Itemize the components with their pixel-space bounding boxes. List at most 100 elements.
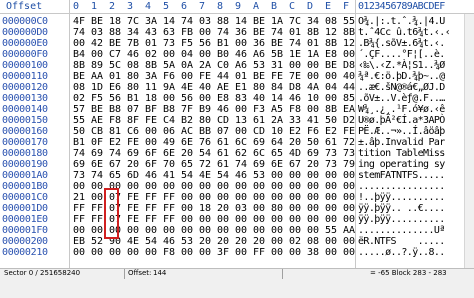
hex-byte[interactable]: 00: [199, 225, 211, 236]
hex-byte[interactable]: 46: [235, 170, 247, 181]
hex-byte[interactable]: 00: [73, 247, 85, 258]
hex-byte[interactable]: 13: [235, 115, 247, 126]
hex-byte[interactable]: 00: [145, 247, 157, 258]
ascii-text[interactable]: .....ø..?.ÿ..8..: [358, 247, 445, 258]
hex-byte[interactable]: 69: [127, 148, 139, 159]
hex-row[interactable]: 000001E0 FF FF 07 FE FF FF 00 00 00 00 00 00 00 00 00 00…: [0, 214, 474, 225]
hex-byte[interactable]: 06: [163, 126, 175, 137]
hex-byte[interactable]: 0A: [181, 60, 193, 71]
hex-byte[interactable]: 73: [325, 148, 337, 159]
hex-byte[interactable]: 74: [271, 27, 283, 38]
hex-byte[interactable]: F8: [163, 247, 175, 258]
hex-byte[interactable]: 00: [91, 247, 103, 258]
hex-byte[interactable]: 00: [181, 214, 193, 225]
hex-byte[interactable]: 00: [73, 181, 85, 192]
ascii-text[interactable]: .õV±..V.èƒ@.F..…: [358, 93, 445, 104]
hex-byte[interactable]: A6: [235, 60, 247, 71]
hex-byte[interactable]: 56: [181, 93, 193, 104]
hex-byte[interactable]: BE: [73, 71, 85, 82]
hex-byte[interactable]: 00: [271, 225, 283, 236]
hex-byte[interactable]: 00: [271, 214, 283, 225]
hex-byte[interactable]: 73: [325, 159, 337, 170]
hex-byte[interactable]: 00: [235, 181, 247, 192]
hex-byte[interactable]: D2: [343, 115, 355, 126]
hex-byte[interactable]: 65: [271, 148, 283, 159]
hex-byte[interactable]: 20: [307, 159, 319, 170]
hex-row[interactable]: 00000200 EB 52 90 4E 54 46 53 20 20 20 20 00 02 08 00 00…: [0, 236, 474, 247]
hex-byte[interactable]: AE: [91, 115, 103, 126]
hex-byte[interactable]: 53: [253, 170, 265, 181]
hex-byte[interactable]: B4: [73, 49, 85, 60]
hex-byte[interactable]: 79: [343, 159, 355, 170]
hex-byte[interactable]: 1D: [91, 82, 103, 93]
hex-byte[interactable]: 00: [217, 214, 229, 225]
hex-byte[interactable]: 00: [289, 170, 301, 181]
hex-byte[interactable]: 00: [181, 181, 193, 192]
hex-byte[interactable]: AE: [217, 82, 229, 93]
hex-row[interactable]: 000000C0 4F BE 18 7C 3A 14 74 03 88 14 BE 1A 7C 34 08 55…: [0, 16, 474, 27]
hex-byte[interactable]: 14: [163, 16, 175, 27]
hex-byte[interactable]: D8: [289, 82, 301, 93]
hex-byte[interactable]: 00: [199, 181, 211, 192]
hex-byte[interactable]: 00: [235, 247, 247, 258]
hex-byte[interactable]: 00: [307, 71, 319, 82]
hex-byte[interactable]: C0: [217, 60, 229, 71]
hex-byte[interactable]: 80: [127, 71, 139, 82]
hex-byte[interactable]: 3A: [145, 16, 157, 27]
hex-byte[interactable]: 63: [163, 27, 175, 38]
hex-byte[interactable]: 61: [217, 148, 229, 159]
hex-byte[interactable]: 00: [127, 181, 139, 192]
hex-byte[interactable]: 8B: [325, 104, 337, 115]
hex-byte[interactable]: 12: [325, 27, 337, 38]
hex-row[interactable]: 000000D0 74 03 88 34 43 63 FB 00 74 36 BE 74 01 8B 12 8B…: [0, 27, 474, 38]
hex-byte[interactable]: 00: [127, 225, 139, 236]
hex-byte[interactable]: 38: [307, 247, 319, 258]
hex-byte[interactable]: 00: [163, 93, 175, 104]
hex-byte[interactable]: 46: [127, 49, 139, 60]
hex-byte[interactable]: FE: [199, 71, 211, 82]
hex-row[interactable]: 00000150 55 AE F8 8F FE C4 B2 80 CD 13 61 2A 33 41 50 D2…: [0, 115, 474, 126]
hex-byte[interactable]: 69: [91, 148, 103, 159]
hex-byte[interactable]: 00: [343, 192, 355, 203]
hex-byte[interactable]: 55: [73, 115, 85, 126]
hex-byte[interactable]: 20: [253, 236, 265, 247]
hex-byte[interactable]: 80: [253, 82, 265, 93]
hex-byte[interactable]: 00: [343, 203, 355, 214]
hex-byte[interactable]: F5: [181, 38, 193, 49]
hex-byte[interactable]: 00: [217, 225, 229, 236]
hex-byte[interactable]: 00: [91, 225, 103, 236]
hex-byte[interactable]: 67: [289, 159, 301, 170]
hex-byte[interactable]: 03: [199, 16, 211, 27]
hex-byte[interactable]: 4E: [181, 82, 193, 93]
hex-byte[interactable]: 00: [145, 137, 157, 148]
hex-byte[interactable]: 7C: [127, 16, 139, 27]
hex-byte[interactable]: 4D: [289, 148, 301, 159]
hex-byte[interactable]: 00: [343, 247, 355, 258]
hex-byte[interactable]: B8: [163, 104, 175, 115]
hex-byte[interactable]: 8B: [343, 27, 355, 38]
hex-byte[interactable]: BF: [145, 104, 157, 115]
hex-byte[interactable]: 00: [307, 192, 319, 203]
hex-byte[interactable]: 02: [73, 93, 85, 104]
hex-byte[interactable]: 01: [307, 38, 319, 49]
hex-byte[interactable]: 00: [343, 181, 355, 192]
hex-byte[interactable]: 69: [307, 148, 319, 159]
hex-byte[interactable]: 01: [235, 71, 247, 82]
hex-byte[interactable]: 20: [181, 148, 193, 159]
hex-byte[interactable]: FE: [145, 115, 157, 126]
hex-byte[interactable]: 00: [289, 192, 301, 203]
hex-byte[interactable]: 2A: [271, 115, 283, 126]
hex-byte[interactable]: 00: [181, 247, 193, 258]
hex-byte[interactable]: 57: [73, 104, 85, 115]
hex-byte[interactable]: 04: [325, 82, 337, 93]
ascii-text[interactable]: ..............Uª: [358, 225, 445, 236]
hex-byte[interactable]: 80: [127, 82, 139, 93]
hex-byte[interactable]: 1E: [289, 49, 301, 60]
hex-byte[interactable]: 02: [289, 236, 301, 247]
hex-byte[interactable]: 40: [343, 71, 355, 82]
hex-row[interactable]: 00000140 57 BE B8 07 BF B8 7F B9 46 00 F3 A5 F8 00 8B EA…: [0, 104, 474, 115]
hex-byte[interactable]: FE: [127, 137, 139, 148]
hex-byte[interactable]: 00: [253, 225, 265, 236]
hex-byte[interactable]: 76: [199, 137, 211, 148]
hex-byte[interactable]: 20: [235, 236, 247, 247]
